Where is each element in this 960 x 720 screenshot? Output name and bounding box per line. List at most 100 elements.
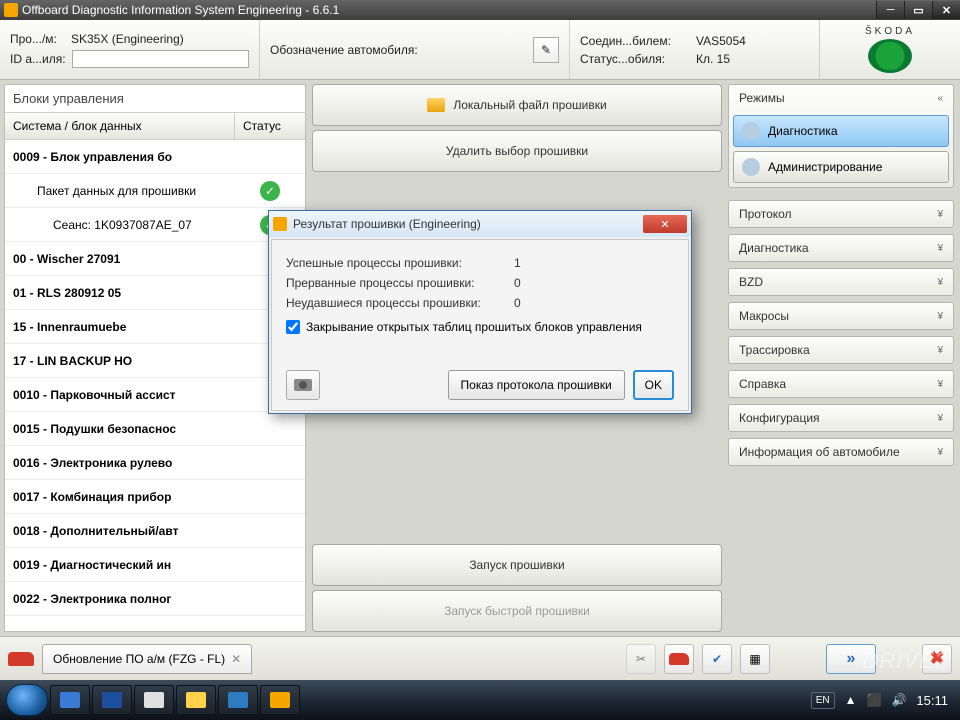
table-row[interactable]: 0019 - Диагностический ин: [5, 548, 305, 582]
accordion-section[interactable]: BZD¥: [728, 268, 954, 296]
accordion-section[interactable]: Макросы¥: [728, 302, 954, 330]
aborted-value: 0: [514, 276, 521, 290]
project-value: SK35X (Engineering): [71, 32, 184, 46]
col-status[interactable]: Статус: [235, 113, 305, 139]
row-label: 00 - Wischer 27091: [5, 252, 235, 266]
checklist-button[interactable]: ✔: [702, 644, 732, 674]
right-sidebar: Режимы « Диагностика Администрирование П…: [728, 80, 960, 636]
car-icon: [8, 652, 34, 666]
accordion-section[interactable]: Справка¥: [728, 370, 954, 398]
task-item[interactable]: [50, 685, 90, 715]
row-label: Пакет данных для прошивки: [5, 184, 235, 198]
close-tables-checkbox[interactable]: Закрывание открытых таблиц прошитых блок…: [286, 320, 674, 334]
cancel-button[interactable]: ✖: [922, 644, 952, 674]
forward-button[interactable]: »: [826, 644, 876, 674]
task-item[interactable]: [134, 685, 174, 715]
table-row[interactable]: 0010 - Парковочный ассист: [5, 378, 305, 412]
table-row[interactable]: 0015 - Подушки безопаснос: [5, 412, 305, 446]
accordion-section[interactable]: Диагностика ¥: [728, 234, 954, 262]
local-firmware-button[interactable]: Локальный файл прошивки: [312, 84, 722, 126]
fast-flashing-button[interactable]: Запуск быстрой прошивки: [312, 590, 722, 632]
task-item[interactable]: [92, 685, 132, 715]
maximize-button[interactable]: ▭: [904, 1, 932, 19]
accordion-section[interactable]: Информация об автомобиле ¥: [728, 438, 954, 466]
dialog-titlebar[interactable]: Результат прошивки (Engineering) ✕: [269, 211, 691, 237]
active-task-tab[interactable]: Обновление ПО а/м (FZG - FL) ✕: [42, 644, 252, 674]
grid-button[interactable]: ▦: [740, 644, 770, 674]
car-icon: [669, 653, 689, 665]
gear-icon: [742, 158, 760, 176]
ok-button[interactable]: OK: [633, 370, 674, 400]
clock[interactable]: 15:11: [916, 693, 948, 708]
table-row[interactable]: 17 - LIN BACKUP HO: [5, 344, 305, 378]
accordion-section[interactable]: Трассировка ¥: [728, 336, 954, 364]
screenshot-button[interactable]: [286, 370, 320, 400]
system-tray[interactable]: EN ▲ ⬛ 🔊 15:11: [811, 692, 954, 709]
bottom-toolbar: Обновление ПО а/м (FZG - FL) ✕ ✂ ✔ ▦ » ✖: [0, 636, 960, 680]
row-label: 0016 - Электроника рулево: [5, 456, 235, 470]
close-button[interactable]: ✕: [932, 1, 960, 19]
tray-network-icon[interactable]: ⬛: [867, 693, 882, 707]
chevron-down-icon: ¥: [937, 243, 943, 254]
table-row[interactable]: 00 - Wischer 27091: [5, 242, 305, 276]
close-tables-input[interactable]: [286, 320, 300, 334]
info-bar: Про.../м: SK35X (Engineering) ID а...иля…: [0, 20, 960, 80]
modes-header[interactable]: Режимы «: [729, 85, 953, 111]
task-item[interactable]: [176, 685, 216, 715]
accordion-label: Трассировка: [739, 343, 810, 357]
app-icon: [60, 692, 80, 708]
chevron-down-icon: ¥: [937, 447, 943, 458]
tray-flag-icon[interactable]: ▲: [845, 693, 857, 707]
close-tab-icon[interactable]: ✕: [231, 652, 241, 666]
delete-firmware-selection-button[interactable]: Удалить выбор прошивки: [312, 130, 722, 172]
mode-administration[interactable]: Администрирование: [733, 151, 949, 183]
task-item[interactable]: [260, 685, 300, 715]
app-icon: [273, 217, 287, 231]
accordion-label: Информация об автомобиле: [739, 445, 900, 459]
language-indicator[interactable]: EN: [811, 692, 835, 709]
start-button[interactable]: [6, 684, 48, 716]
accordion-section[interactable]: Конфигурация¥: [728, 404, 954, 432]
dialog-close-button[interactable]: ✕: [643, 215, 687, 233]
table-row[interactable]: Пакет данных для прошивки✓: [5, 174, 305, 208]
minimize-button[interactable]: ─: [876, 1, 904, 19]
table-row[interactable]: 0017 - Комбинация прибор: [5, 480, 305, 514]
row-label: 0019 - Диагностический ин: [5, 558, 235, 572]
accordion-section[interactable]: Протокол¥: [728, 200, 954, 228]
accordion-label: Диагностика: [739, 241, 809, 255]
tray-volume-icon[interactable]: 🔊: [891, 693, 906, 707]
delete-firmware-label: Удалить выбор прошивки: [446, 144, 588, 158]
row-label: 0009 - Блок управления бо: [5, 150, 235, 164]
local-firmware-label: Локальный файл прошивки: [453, 98, 606, 112]
table-row[interactable]: 15 - Innenraumuebe: [5, 310, 305, 344]
check-icon: ✔: [712, 652, 722, 666]
app-icon: [228, 692, 248, 708]
row-label: 17 - LIN BACKUP HO: [5, 354, 235, 368]
mode-diagnostics[interactable]: Диагностика: [733, 115, 949, 147]
chevron-down-icon: ¥: [937, 345, 943, 356]
task-item[interactable]: [218, 685, 258, 715]
chevron-down-icon: ¥: [937, 277, 943, 288]
folder-icon: [186, 692, 206, 708]
show-protocol-button[interactable]: Показ протокола прошивки: [448, 370, 625, 400]
dialog-title: Результат прошивки (Engineering): [293, 217, 481, 231]
table-row[interactable]: Сеанс: 1K0937087AE_07✓: [5, 208, 305, 242]
start-flashing-button[interactable]: Запуск прошивки: [312, 544, 722, 586]
table-row[interactable]: 0016 - Электроника рулево: [5, 446, 305, 480]
table-row[interactable]: 0009 - Блок управления бо: [5, 140, 305, 174]
edit-vehicle-icon[interactable]: ✎: [533, 37, 559, 63]
start-flashing-label: Запуск прошивки: [469, 558, 564, 572]
app-icon: [102, 692, 122, 708]
cut-button[interactable]: ✂: [626, 644, 656, 674]
col-system[interactable]: Система / блок данных: [5, 113, 235, 139]
app-icon: [144, 692, 164, 708]
titlebar: Offboard Diagnostic Information System E…: [0, 0, 960, 20]
app-icon: [270, 692, 290, 708]
flash-result-dialog: Результат прошивки (Engineering) ✕ Успеш…: [268, 210, 692, 414]
brand-logo-icon: [868, 39, 912, 73]
table-row[interactable]: 0018 - Дополнительный/авт: [5, 514, 305, 548]
vehicle-button[interactable]: [664, 644, 694, 674]
table-row[interactable]: 0022 - Электроника полног: [5, 582, 305, 616]
table-row[interactable]: 01 - RLS 280912 05: [5, 276, 305, 310]
id-input[interactable]: [72, 50, 249, 68]
